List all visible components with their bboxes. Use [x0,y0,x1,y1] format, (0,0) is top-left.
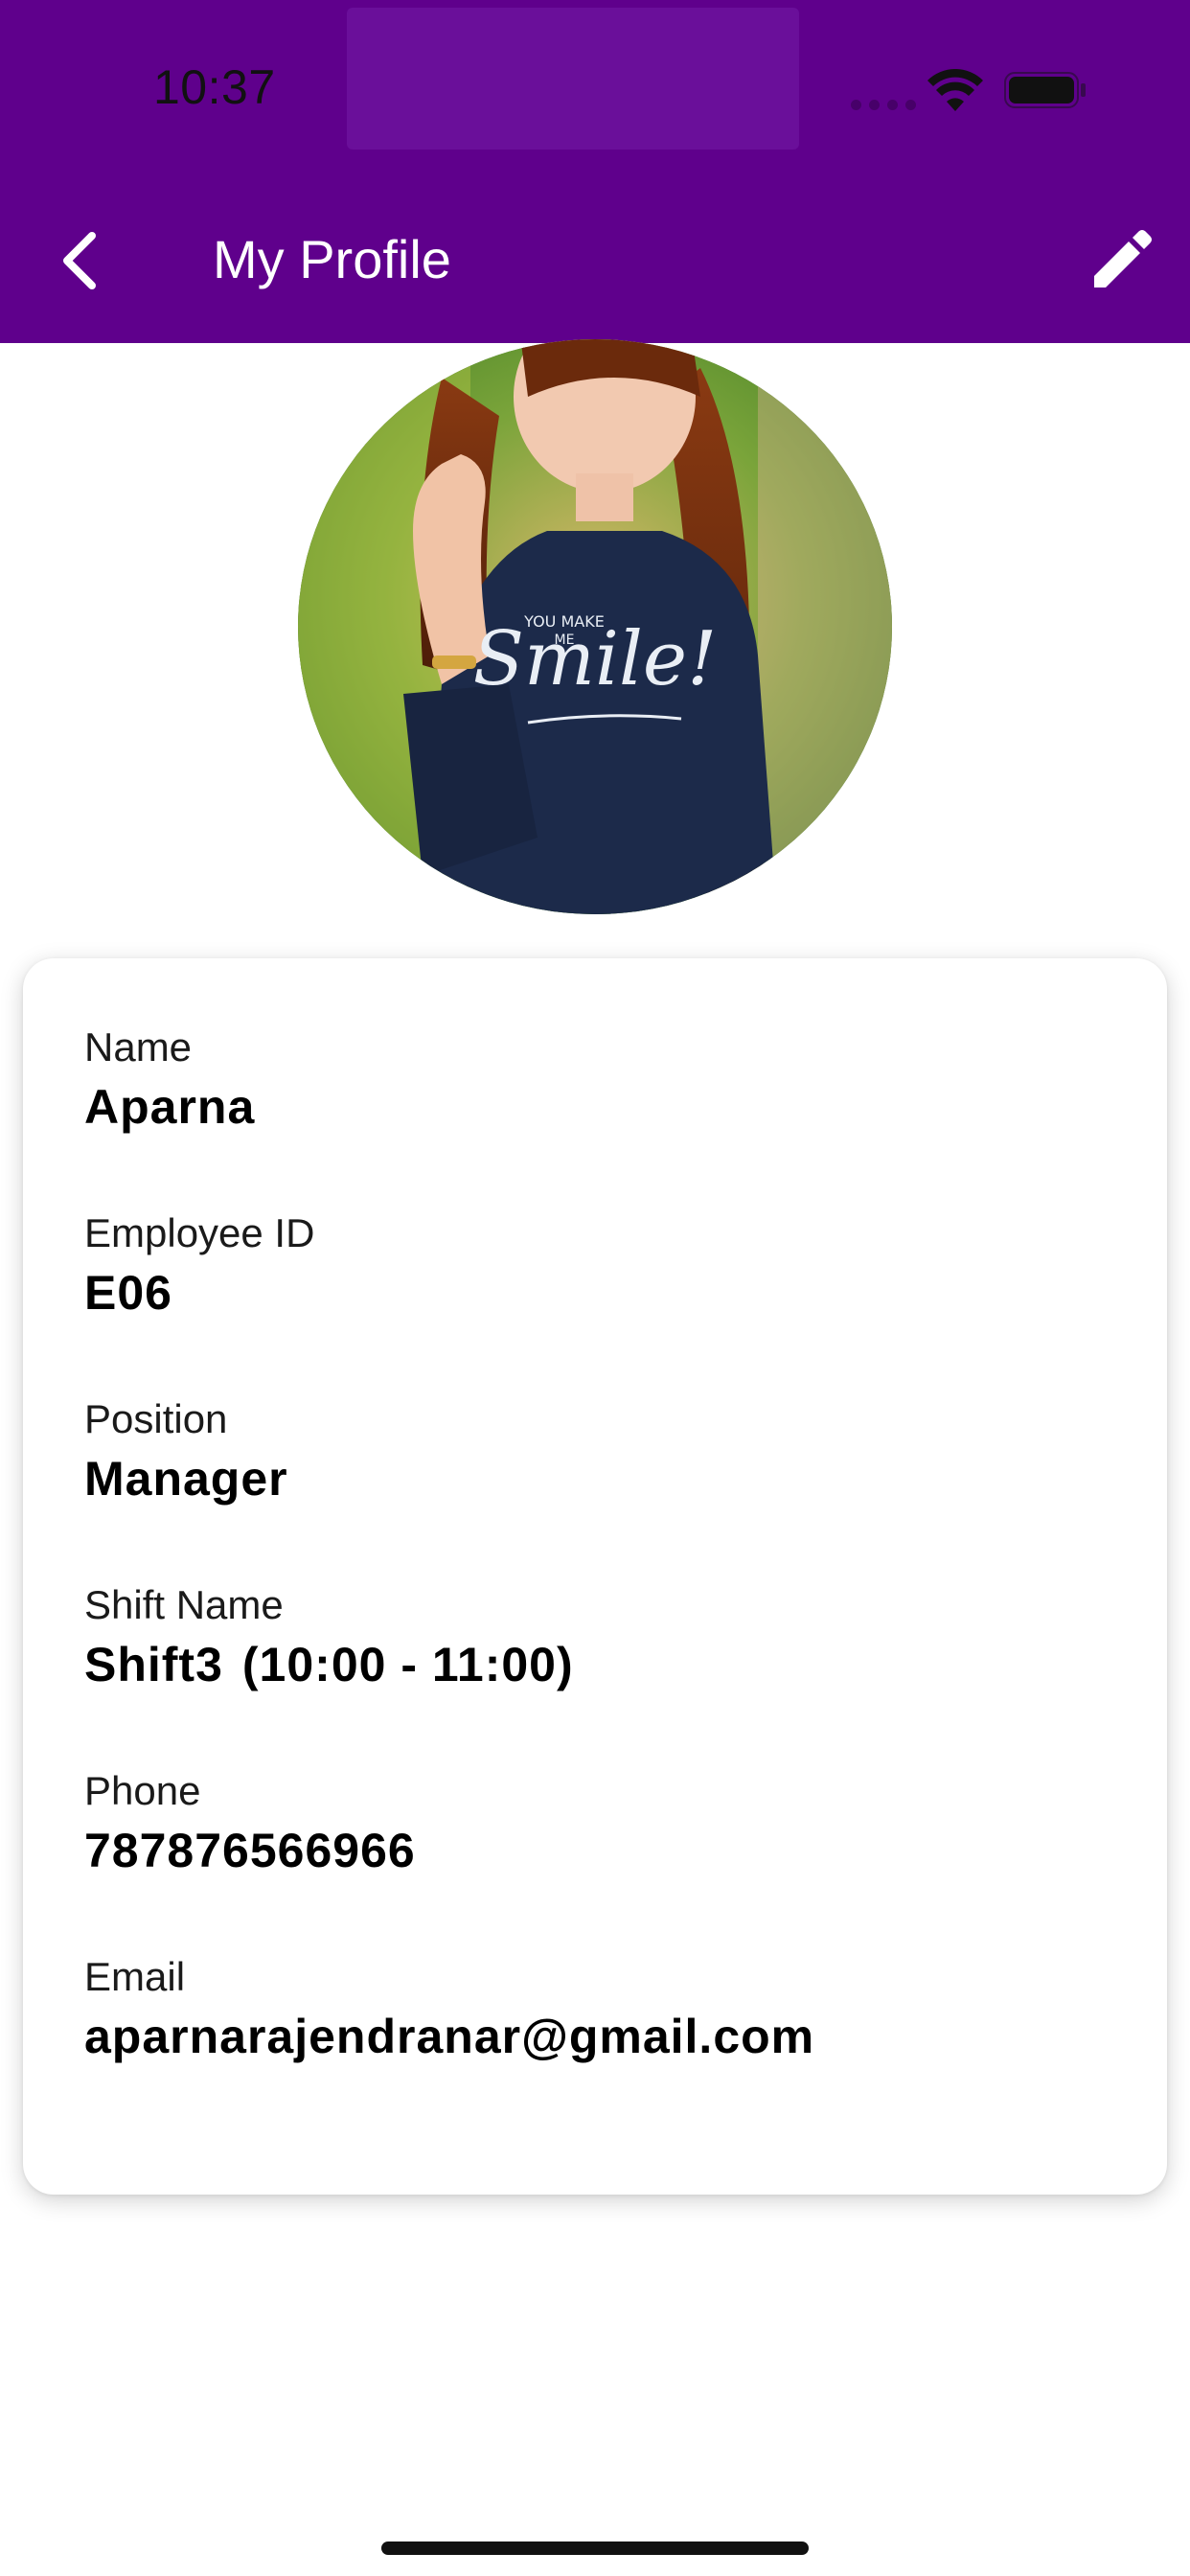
name-label: Name [84,1024,193,1070]
status-time: 10:37 [153,60,276,114]
employee-id-field: Employee ID E06 [84,1210,315,1320]
home-indicator[interactable] [381,2542,809,2555]
employee-id-value: E06 [84,1266,172,1320]
app-header: 10:37 My Profile [0,0,1190,343]
name-value: Aparna [84,1080,256,1134]
shift-label: Shift Name [84,1582,284,1627]
phone-field: Phone 787876566966 [84,1768,416,1877]
email-field: Email aparnarajendranar@gmail.com [84,1954,815,2063]
profile-details-card: Name Aparna Employee ID E06 Position Man… [23,958,1167,2195]
shift-value: Shift3 (10:00 - 11:00) [84,1641,574,1689]
email-value: aparnarajendranar@gmail.com [84,2010,815,2063]
phone-label: Phone [84,1768,201,1813]
position-value: Manager [84,1452,288,1506]
pencil-icon [1094,230,1152,288]
shift-field: Shift Name Shift3 (10:00 - 11:00) [84,1582,574,1690]
back-button[interactable] [46,218,123,303]
phone-value: 787876566966 [84,1824,416,1877]
chevron-left-icon [63,232,96,289]
battery-icon [1004,72,1086,108]
name-field: Name Aparna [84,1024,256,1134]
cellular-signal-icon [851,100,916,110]
email-label: Email [84,1954,186,1999]
page-title: My Profile [213,229,451,289]
profile-photo: Smile! YOU MAKE ME [298,339,892,914]
position-label: Position [84,1396,228,1441]
edit-profile-button[interactable] [1083,222,1159,299]
svg-text:ME: ME [555,632,575,648]
wifi-icon [927,69,983,111]
shift-name-value: Shift3 [84,1638,223,1691]
shift-time-value: (10:00 - 11:00) [241,1638,574,1691]
svg-text:YOU MAKE: YOU MAKE [523,612,605,631]
employee-id-label: Employee ID [84,1210,315,1255]
position-field: Position Manager [84,1396,288,1506]
dynamic-island [347,8,799,150]
profile-avatar: Smile! YOU MAKE ME [298,339,892,914]
